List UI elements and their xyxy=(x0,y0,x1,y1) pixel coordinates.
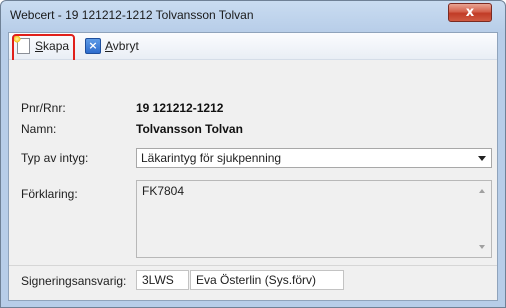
explanation-scrollbar[interactable] xyxy=(474,181,491,257)
signer-label: Signeringsansvarig: xyxy=(21,274,127,288)
pnr-value: 19 121212-1212 xyxy=(136,101,224,115)
pnr-label: Pnr/Rnr: xyxy=(21,101,66,115)
scroll-down-icon[interactable] xyxy=(479,245,485,249)
cancel-button-label: Avbryt xyxy=(105,39,139,53)
explanation-field[interactable]: FK7804 xyxy=(136,180,492,258)
divider xyxy=(9,265,497,266)
explanation-label: Förklaring: xyxy=(21,187,78,201)
signer-name-field[interactable]: Eva Österlin (Sys.förv) xyxy=(190,270,344,290)
cancel-button[interactable]: × Avbryt xyxy=(85,36,155,56)
name-value: Tolvansson Tolvan xyxy=(136,122,243,136)
toolbar: Skapa × Avbryt xyxy=(9,33,497,71)
close-button[interactable]: x xyxy=(448,3,492,22)
create-button[interactable]: Skapa xyxy=(12,34,77,71)
dialog-window: Webcert - 19 121212-1212 Tolvansson Tolv… xyxy=(0,0,506,308)
title-bar[interactable]: Webcert - 19 121212-1212 Tolvansson Tolv… xyxy=(1,1,505,32)
signer-code-value: 3LWS xyxy=(142,273,174,287)
certificate-type-select[interactable]: Läkarintyg för sjukpenning xyxy=(136,148,492,168)
explanation-value: FK7804 xyxy=(142,184,185,198)
create-button-label: Skapa xyxy=(35,39,70,53)
scroll-up-icon[interactable] xyxy=(479,189,485,193)
certificate-form: Pnr/Rnr: 19 121212-1212 Namn: Tolvansson… xyxy=(9,60,497,300)
new-document-icon xyxy=(13,35,30,54)
dialog-client-area: Skapa × Avbryt Pnr/Rnr: 19 121212-1212 N… xyxy=(8,32,498,301)
chevron-down-icon[interactable] xyxy=(478,156,486,161)
signer-code-field[interactable]: 3LWS xyxy=(136,270,189,290)
certificate-type-label: Typ av intyg: xyxy=(21,151,89,165)
close-icon: x xyxy=(465,5,475,20)
signer-name-value: Eva Österlin (Sys.förv) xyxy=(196,273,317,287)
window-title: Webcert - 19 121212-1212 Tolvansson Tolv… xyxy=(10,8,254,22)
cancel-x-icon: × xyxy=(85,38,101,54)
certificate-type-value: Läkarintyg för sjukpenning xyxy=(141,151,282,165)
name-label: Namn: xyxy=(21,122,57,136)
